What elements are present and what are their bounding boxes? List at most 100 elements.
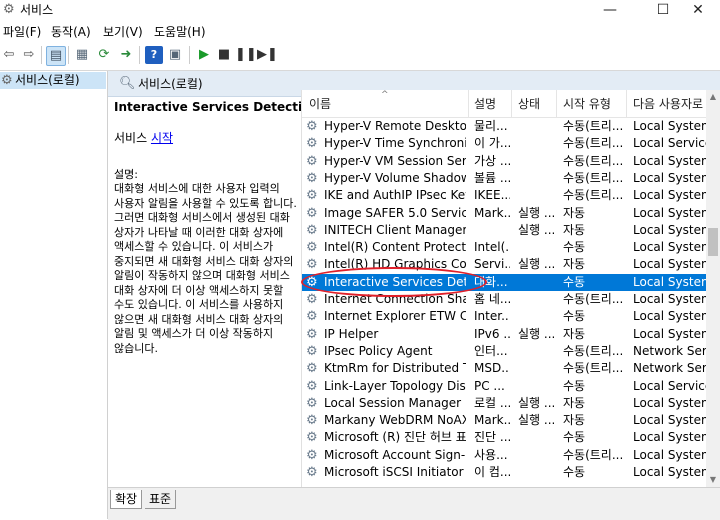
cell-name: INITECH Client Manager Se... (324, 222, 466, 237)
cell-desc: Intel(... (474, 240, 510, 255)
services-list[interactable]: 이름 ^ 설명 상태 시작 유형 다음 사용자로 로 ⚙ Hyper-V Remo… (301, 90, 720, 487)
vertical-scrollbar[interactable] (706, 90, 720, 487)
cell-startup: 수동(트리... (563, 153, 624, 168)
cell-name: Link-Layer Topology Disco... (324, 378, 466, 393)
scroll-down-icon[interactable]: ▼ (706, 473, 720, 487)
service-title: Interactive Services Detection (114, 100, 319, 114)
description-text: 대화형 서비스에 대한 사용자 입력의 사용자 알림을 사용할 수 있도록 합니… (114, 182, 297, 355)
cell-name: Hyper-V Remote Desktop ... (324, 119, 466, 133)
column-divider[interactable] (556, 90, 557, 117)
gear-icon: ⚙ (306, 119, 318, 134)
column-header-description[interactable]: 설명 (474, 96, 496, 112)
cell-startup: 수동(트리... (563, 447, 624, 462)
close-button[interactable]: ✕ (676, 0, 720, 22)
cell-name: IKE and AuthIP IPsec Keyin... (324, 188, 466, 203)
action-pane-icon[interactable]: ▣ (166, 46, 184, 64)
cell-desc: 대화... (474, 274, 508, 289)
scroll-up-icon[interactable]: ▲ (706, 90, 720, 104)
cell-desc: 사용... (474, 447, 508, 462)
table-row[interactable]: ⚙ Hyper-V Remote Desktop ... 물리... 수동(트리...… (302, 118, 713, 135)
menu-view[interactable]: 보기(V) (103, 23, 143, 41)
tree-item-label: 서비스(로컬) (15, 73, 80, 87)
menu-action[interactable]: 동작(A) (51, 23, 91, 41)
cell-startup: 수동(트리... (563, 170, 624, 185)
column-divider[interactable] (511, 90, 512, 117)
table-row[interactable]: ⚙Image SAFER 5.0 ServiceMark...실행 ...자동L… (302, 205, 713, 222)
minimize-button[interactable]: — (588, 0, 632, 22)
cell-startup: 수동(트리... (563, 188, 624, 203)
properties-icon[interactable]: ▦ (73, 46, 91, 64)
tab-extended[interactable]: 확장 (110, 490, 143, 509)
cell-name: IPsec Policy Agent (324, 343, 433, 358)
cell-name: Internet Explorer ETW Colle... (324, 309, 466, 324)
cell-status: 실행 ... (518, 413, 554, 428)
table-row[interactable]: ⚙ Internet Explorer ETW Colle... Inter... 수… (302, 308, 713, 325)
toolbar-separator (41, 46, 42, 64)
pause-service-icon[interactable]: ❚❚ (235, 46, 257, 64)
cell-desc: 로컬 ... (474, 395, 510, 410)
scrollbar-thumb[interactable] (708, 228, 718, 256)
console-tree-icon[interactable]: ▤ (46, 46, 66, 66)
table-row[interactable]: ⚙ Hyper-V VM Session Service 가상 ... 수동(트리..… (302, 153, 713, 170)
cell-name: Markany WebDRM NoAX (324, 413, 466, 428)
help-icon[interactable]: ? (145, 46, 163, 64)
gear-icon: ⚙ (306, 309, 318, 325)
stop-service-icon[interactable]: ■ (215, 46, 233, 64)
cell-status: 실행 ... (518, 222, 554, 237)
cell-desc: 인터... (474, 343, 508, 358)
table-row[interactable]: ⚙IP HelperIPv6 ...실행 ...자동Local System (302, 326, 713, 343)
table-row[interactable]: ⚙Interactive Services Detecti...대화...수동L… (302, 273, 713, 291)
start-service-link[interactable]: 시작 (151, 131, 173, 145)
tab-standard[interactable]: 표준 (145, 490, 177, 509)
cell-startup: 수동 (563, 378, 586, 393)
gear-icon: ⚙ (306, 292, 318, 307)
column-divider[interactable] (626, 90, 627, 117)
view-tabs (108, 487, 720, 520)
column-divider[interactable] (468, 90, 469, 117)
column-header-startup-type[interactable]: 시작 유형 (563, 96, 611, 112)
cell-name: Intel(R) HD Graphics Contr... (324, 257, 466, 272)
cell-name: Hyper-V VM Session Service (324, 153, 466, 168)
forward-arrow-icon[interactable]: ⇨ (20, 46, 38, 64)
column-header-status[interactable]: 상태 (518, 96, 540, 112)
export-icon[interactable]: ➜ (117, 46, 135, 64)
cell-desc: IPv6 ... (474, 326, 510, 341)
table-row[interactable]: ⚙ Hyper-V Time Synchroniza... 이 가... 수동(트리.… (302, 135, 712, 152)
table-row[interactable]: ⚙ IKE and AuthIP IPsec Keyin... IKEE... 수동(… (302, 187, 713, 204)
gear-icon: ⚙ (306, 170, 318, 186)
cell-desc: 볼륨 ... (474, 170, 510, 185)
column-header-name[interactable]: 이름 (309, 96, 331, 112)
table-row[interactable]: ⚙ Intel(R) Content Protection... Intel(...… (302, 239, 713, 256)
table-row[interactable]: ⚙ Intel(R) HD Graphics Contr... Servi... 실행… (302, 256, 713, 273)
gear-icon: ⚙ (306, 222, 318, 238)
cell-name: Microsoft (R) 진단 허브 표... (324, 430, 466, 445)
window-title: 서비스 (20, 3, 54, 17)
table-row[interactable]: ⚙ Microsoft iSCSI Initiator Se... 이 컴... 수동… (302, 464, 713, 481)
cell-desc: 물리... (474, 119, 508, 133)
sort-ascending-icon: ^ (381, 90, 389, 100)
table-row[interactable]: ⚙ Local Session Manager 로컬 ... 실행 ... 자동 Loca… (302, 395, 713, 412)
table-row[interactable]: ⚙ KtmRm for Distributed Tra... MSD... 수동(트리… (302, 360, 720, 377)
table-row[interactable]: ⚙Link-Layer Topology Disco...PC ...수동Loc… (302, 378, 712, 395)
back-arrow-icon[interactable]: ⇦ (0, 46, 18, 64)
table-row[interactable]: ⚙ Hyper-V Volume Shadow ... 볼륨 ... 수동(트리...… (302, 170, 713, 187)
menu-help[interactable]: 도움말(H) (154, 23, 206, 41)
cell-desc: MSD... (474, 361, 510, 376)
table-row[interactable]: ⚙INITECH Client Manager Se...실행 ...자동Loc… (302, 222, 713, 239)
table-row[interactable]: ⚙ IPsec Policy Agent 인터... 수동(트리... Network … (302, 343, 720, 360)
gear-icon: ⚙ (306, 343, 318, 359)
cell-name: Microsoft iSCSI Initiator Se... (324, 465, 466, 479)
table-row[interactable]: ⚙Markany WebDRM NoAXMark...실행 ...자동Local… (302, 412, 713, 429)
start-service-icon[interactable]: ▶ (195, 46, 213, 64)
menu-file[interactable]: 파일(F) (3, 23, 41, 41)
service-action-prefix: 서비스 (114, 131, 151, 145)
restart-service-icon[interactable]: ▶❚ (257, 46, 278, 64)
table-row[interactable]: ⚙ Microsoft Account Sign-in ... 사용... 수동(트리… (302, 447, 713, 464)
gear-icon: ⚙ (306, 465, 318, 480)
cell-name: Intel(R) Content Protection... (324, 240, 466, 255)
table-row[interactable]: ⚙ Internet Connection Sharin... 홈 네... 수동(트… (302, 291, 713, 308)
cell-startup: 자동 (563, 395, 586, 410)
refresh-icon[interactable]: ⟳ (95, 46, 113, 64)
cell-status: 실행 ... (518, 205, 554, 220)
table-row[interactable]: ⚙ Microsoft (R) 진단 허브 표... 진단 ... 수동 Local S… (302, 429, 713, 446)
